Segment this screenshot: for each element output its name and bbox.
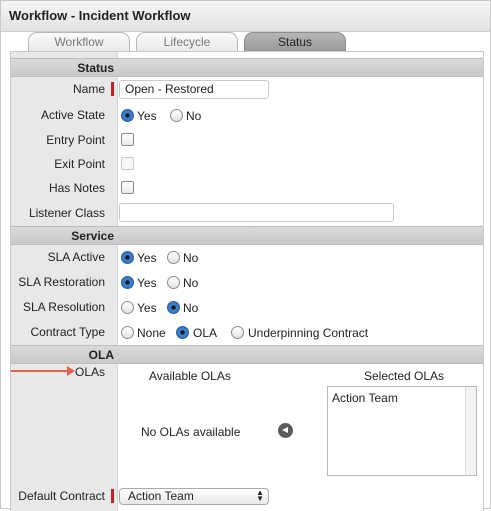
entry-point-label: Entry Point [46, 133, 105, 147]
has-notes-label: Has Notes [48, 181, 105, 195]
contract-underpinning-radio[interactable] [231, 326, 244, 339]
contract-type-label: Contract Type [30, 325, 105, 339]
required-marker [111, 82, 114, 96]
sla-active-label: SLA Active [47, 250, 105, 264]
olas-label: OLAs [74, 365, 105, 379]
sla-resolution-yes-label: Yes [137, 301, 157, 315]
tab-workflow[interactable]: Workflow [28, 32, 130, 52]
section-header-ola: OLA [11, 345, 483, 364]
sla-active-yes-label: Yes [137, 251, 157, 265]
listener-class-field[interactable] [119, 203, 394, 222]
available-olas-header: Available OLAs [149, 369, 231, 383]
name-label: Name [72, 82, 105, 96]
entry-point-checkbox[interactable] [121, 133, 134, 146]
sla-resolution-no-label: No [183, 301, 199, 315]
sla-restoration-yes-label: Yes [137, 276, 157, 290]
annotation-arrow-icon [11, 366, 75, 376]
sla-restoration-yes-radio[interactable] [121, 276, 134, 289]
sla-restoration-no-label: No [183, 276, 199, 290]
default-contract-label: Default Contract [18, 489, 105, 503]
selected-ola-item[interactable]: Action Team [332, 391, 398, 405]
contract-ola-radio[interactable] [176, 326, 189, 339]
selected-olas-header: Selected OLAs [364, 369, 445, 383]
default-contract-select[interactable]: Action Team ▲ ▼ [119, 488, 269, 505]
exit-point-label: Exit Point [54, 157, 105, 171]
name-field[interactable]: Open - Restored [119, 80, 269, 99]
sla-active-no-label: No [183, 251, 199, 265]
sla-active-yes-radio[interactable] [121, 251, 134, 264]
section-title-ola: OLA [88, 348, 114, 362]
exit-point-checkbox[interactable] [121, 157, 134, 170]
tab-status[interactable]: Status [244, 32, 346, 52]
section-header-service: Service [11, 226, 483, 245]
sla-restoration-label: SLA Restoration [18, 275, 105, 289]
contract-underpinning-label: Underpinning Contract [248, 326, 369, 340]
move-left-arrow-icon[interactable] [278, 423, 293, 438]
section-header-status: Status [11, 58, 483, 77]
contract-ola-label: OLA [193, 326, 218, 340]
title-bar: Workflow - Incident Workflow [1, 1, 490, 32]
section-title-status: Status [77, 61, 114, 75]
has-notes-checkbox[interactable] [121, 181, 134, 194]
sla-restoration-no-radio[interactable] [167, 276, 180, 289]
no-olas-available-text: No OLAs available [141, 425, 241, 439]
sla-active-no-radio[interactable] [167, 251, 180, 264]
contract-none-radio[interactable] [121, 326, 134, 339]
workflow-window: Workflow - Incident Workflow Workflow Li… [0, 0, 491, 511]
sla-resolution-no-radio[interactable] [167, 301, 180, 314]
active-state-label: Active State [40, 108, 105, 122]
tab-lifecycle[interactable]: Lifecycle [136, 32, 238, 52]
listener-class-label: Listener Class [28, 206, 105, 220]
default-contract-value: Action Team [128, 489, 194, 503]
active-state-yes-label: Yes [137, 109, 157, 123]
sla-resolution-label: SLA Resolution [22, 300, 105, 314]
active-state-yes-radio[interactable] [121, 109, 134, 122]
active-state-no-radio[interactable] [170, 109, 183, 122]
window-title: Workflow - Incident Workflow [9, 8, 191, 23]
status-panel: Status Name Open - Restored Active State… [10, 51, 484, 511]
required-marker [111, 489, 114, 503]
sla-resolution-yes-radio[interactable] [121, 301, 134, 314]
contract-none-label: None [137, 326, 166, 340]
select-arrows-icon: ▲ ▼ [256, 488, 264, 503]
active-state-no-label: No [186, 109, 202, 123]
selected-olas-list[interactable]: Action Team [327, 386, 477, 476]
section-title-service: Service [71, 229, 114, 243]
list-scrollbar[interactable] [465, 387, 476, 475]
